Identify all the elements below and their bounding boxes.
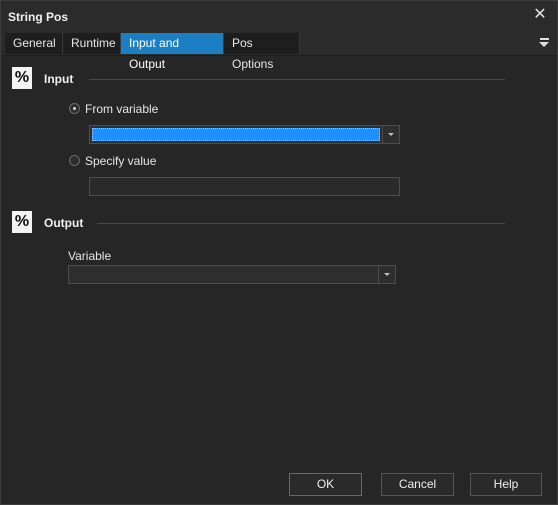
tab-bar: General Runtime Input and Output Pos Opt… [1,31,557,71]
dropdown-selection [92,128,380,141]
variable-label: Variable [68,249,112,263]
variable-icon: % [12,211,32,233]
from-variable-radio[interactable] [69,103,80,114]
tab-general[interactable]: General [5,33,63,54]
output-divider [97,223,505,224]
close-icon[interactable]: ✕ [531,5,549,25]
title-bar: String Pos ✕ [1,1,557,31]
help-button[interactable]: Help [470,473,542,496]
chevron-down-icon[interactable] [382,126,399,143]
dialog-window: String Pos ✕ General Runtime Input and O… [0,0,558,505]
tab-input-and-output[interactable]: Input and Output [121,33,224,71]
input-divider [89,79,505,80]
variable-icon: % [12,67,32,89]
cancel-button[interactable]: Cancel [381,473,454,496]
specify-value-input[interactable] [89,177,400,196]
output-section-title: Output [44,216,84,230]
specify-value-radio[interactable] [69,155,80,166]
output-variable-dropdown[interactable] [68,265,396,284]
tab-pos-options[interactable]: Pos Options [224,33,300,71]
ok-button[interactable]: OK [289,473,362,496]
from-variable-label: From variable [85,102,159,116]
tab-runtime[interactable]: Runtime [63,33,121,54]
specify-value-label: Specify value [85,154,157,168]
input-section-title: Input [44,72,74,86]
chevron-down-icon[interactable] [378,266,395,283]
tab-menu-icon[interactable] [539,35,551,49]
from-variable-dropdown[interactable] [89,125,400,144]
window-title: String Pos [8,10,69,24]
